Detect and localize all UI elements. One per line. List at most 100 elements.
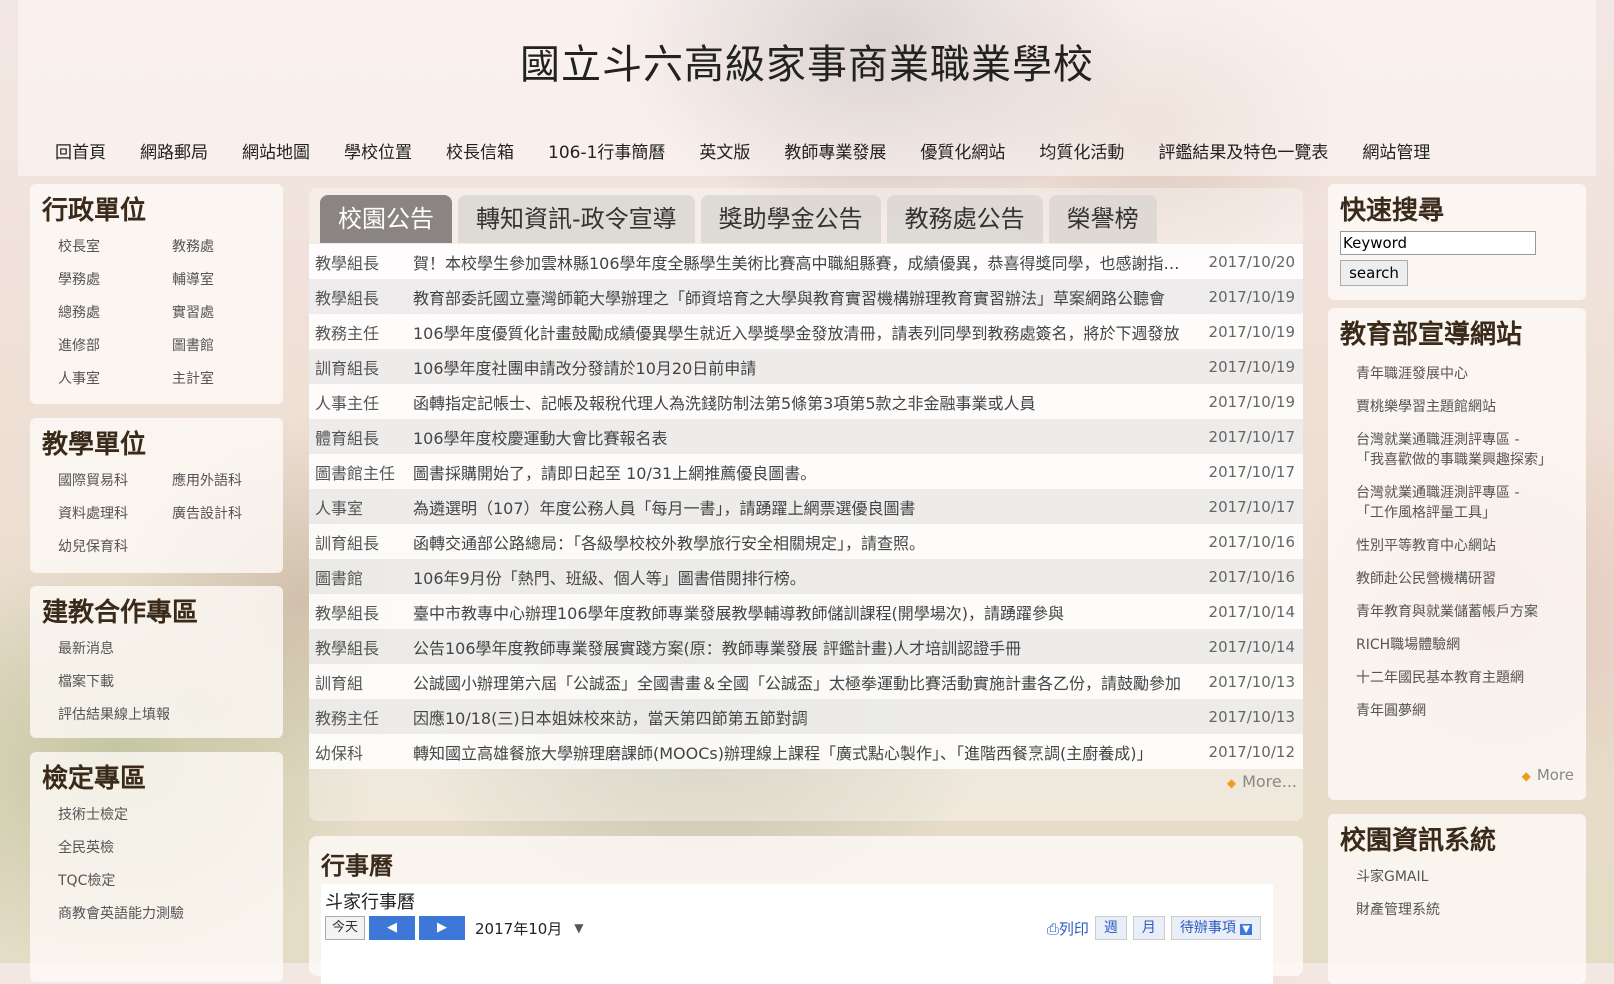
edu-link[interactable]: 性別平等教育中心網站 (1356, 530, 1551, 563)
announcement-title-link[interactable]: 公誠國小辦理第六屆「公誠盃」全國書畫＆全國「公誠盃」太極拳運動比賽活動實施計畫各… (413, 670, 1195, 694)
week-view-button[interactable]: 週 (1094, 916, 1127, 940)
announcement-title-link[interactable]: 106年9月份「熱門、班級、個人等」圖書借閱排行榜。 (413, 565, 1195, 589)
announcement-title-link[interactable]: 函轉交通部公路總局：「各級學校校外教學旅行安全相關規定」，請查照。 (413, 530, 1195, 554)
print-button[interactable]: ⎙列印 (1047, 918, 1089, 939)
tab-scholarship[interactable]: 獎助學金公告 (700, 195, 881, 243)
system-link-property[interactable]: 財產管理系統 (1356, 899, 1440, 932)
edu-link[interactable]: 台灣就業通職涯測評專區 - 「工作風格評量工具」 (1356, 477, 1551, 530)
admin-units-links: 校長室 教務處 學務處 輔導室 總務處 實習處 進修部 圖書館 人事室 主計室 (58, 236, 288, 401)
edu-sites-links: 青年職涯發展中心 賈桃樂學習主題館網站 台灣就業通職涯測評專區 - 「我喜歡做的… (1356, 358, 1552, 728)
tab-campus-news[interactable]: 校園公告 (320, 195, 452, 243)
nav-sitemap[interactable]: 網站地圖 (225, 138, 327, 163)
teaching-units-panel: 教學單位 國際貿易科 應用外語科 資料處理科 廣告設計科 幼兒保育科 (30, 418, 283, 573)
admin-link-academic[interactable]: 教務處 (172, 236, 286, 269)
coop-link-downloads[interactable]: 檔案下載 (58, 671, 170, 704)
next-month-button[interactable]: ▶ (419, 916, 466, 940)
chevron-down-icon[interactable]: ▼ (574, 921, 583, 935)
nav-location[interactable]: 學校位置 (327, 138, 429, 163)
nav-quality-site[interactable]: 優質化網站 (903, 138, 1022, 163)
announcement-title-link[interactable]: 106學年度校慶運動大會比賽報名表 (413, 425, 1195, 449)
panel-title: 快速搜尋 (1340, 196, 1445, 226)
dept-link-trade[interactable]: 國際貿易科 (58, 470, 172, 503)
cert-link-english-test[interactable]: 商教會英語能力測驗 (58, 903, 184, 936)
month-view-button[interactable]: 月 (1132, 916, 1165, 940)
admin-link-accounting[interactable]: 主計室 (172, 368, 286, 401)
announcement-title-link[interactable]: 圖書採購開始了，請即日起至 10/31上網推薦優良圖書。 (413, 460, 1195, 484)
nav-teacher-development[interactable]: 教師專業發展 (767, 138, 903, 163)
edu-more-link[interactable]: ◆ More (1522, 766, 1574, 784)
announcement-title-link[interactable]: 因應10/18(三)日本姐妹校來訪，當天第四節第五節對調 (413, 705, 1195, 729)
edu-link[interactable]: 賈桃樂學習主題館網站 (1356, 391, 1551, 424)
campus-systems-panel: 校園資訊系統 斗家GMAIL 財產管理系統 (1328, 814, 1586, 984)
announcement-tabs: 校園公告 轉知資訊-政令宣導 獎助學金公告 教務處公告 榮譽榜 (320, 195, 1157, 243)
announcement-title-link[interactable]: 公告106學年度教師專業發展實踐方案(原：教師專業發展 評鑑計畫)人才培訓認證手… (413, 635, 1195, 659)
table-row: 訓育組長 106學年度社團申請改分發請於10月20日前申請 2017/10/19 (309, 349, 1303, 384)
announcement-title-link[interactable]: 106學年度優質化計畫鼓勵成績優異學生就近入學獎學金發放清冊，請表列同學到教務處… (413, 320, 1195, 344)
dept-link-childcare[interactable]: 幼兒保育科 (58, 536, 172, 569)
current-month: 2017年10月 (475, 919, 563, 938)
cert-link-technician[interactable]: 技術士檢定 (58, 804, 184, 837)
edu-link[interactable]: RICH職場體驗網 (1356, 629, 1551, 662)
today-button[interactable]: 今天 (325, 916, 366, 940)
edu-sites-panel: 教育部宣導網站 青年職涯發展中心 賈桃樂學習主題館網站 台灣就業通職涯測評專區 … (1328, 308, 1586, 800)
announcement-unit: 教務主任 (315, 708, 380, 728)
tab-academic-notice[interactable]: 教務處公告 (886, 195, 1043, 243)
admin-link-library[interactable]: 圖書館 (172, 335, 286, 368)
edu-link[interactable]: 青年圓夢網 (1356, 695, 1551, 728)
announcements-more-link[interactable]: ◆ More... (1227, 772, 1297, 791)
nav-principal-mailbox[interactable]: 校長信箱 (429, 138, 531, 163)
admin-link-principal[interactable]: 校長室 (58, 236, 172, 269)
coop-link-evaluation-form[interactable]: 評估結果線上填報 (58, 704, 170, 737)
admin-link-general-affairs[interactable]: 總務處 (58, 302, 172, 335)
nav-evaluation-results[interactable]: 評鑑結果及特色一覽表 (1141, 138, 1345, 163)
cert-link-gept[interactable]: 全民英檢 (58, 837, 184, 870)
announcement-title-link[interactable]: 為遴選明（107）年度公務人員「每月一書」，請踴躍上網票選優良圖書 (413, 495, 1195, 519)
bullet-icon: ◆ (1521, 769, 1531, 783)
prev-month-button[interactable]: ◀ (369, 916, 416, 940)
announcement-title-link[interactable]: 106學年度社團申請改分發請於10月20日前申請 (413, 355, 1195, 379)
cert-panel: 檢定專區 技術士檢定 全民英檢 TQC檢定 商教會英語能力測驗 (30, 752, 283, 982)
dept-link-data-processing[interactable]: 資料處理科 (58, 503, 172, 536)
table-row: 教學組長 公告106學年度教師專業發展實踐方案(原：教師專業發展 評鑑計畫)人才培… (309, 629, 1303, 664)
nav-brief-calendar[interactable]: 106-1行事簡曆 (531, 138, 682, 163)
agenda-view-button[interactable]: 待辦事項 ▼ (1170, 916, 1261, 940)
admin-link-counseling[interactable]: 輔導室 (172, 269, 286, 302)
announcements-box: 校園公告 轉知資訊-政令宣導 獎助學金公告 教務處公告 榮譽榜 教學組長 賀！本校… (309, 188, 1303, 821)
edu-link[interactable]: 青年職涯發展中心 (1356, 358, 1551, 391)
dept-link-advertising[interactable]: 廣告設計科 (172, 503, 286, 536)
announcement-title-link[interactable]: 賀！本校學生參加雲林縣106學年度全縣學生美術比賽高中職組縣賽，成績優異，恭喜得… (413, 250, 1195, 274)
search-input[interactable] (1340, 231, 1536, 255)
admin-link-student-affairs[interactable]: 學務處 (58, 269, 172, 302)
nav-equality-activity[interactable]: 均質化活動 (1022, 138, 1141, 163)
arrow-right-icon: ▶ (437, 920, 448, 935)
announcement-date: 2017/10/13 (1208, 672, 1295, 691)
announcement-title-link[interactable]: 轉知國立高雄餐旅大學辦理磨課師(MOOCs)辦理線上課程「廣式點心製作」、「進階… (413, 740, 1195, 764)
admin-link-personnel[interactable]: 人事室 (58, 368, 172, 401)
edu-link[interactable]: 教師赴公民營機構研習 (1356, 563, 1551, 596)
calendar-panel: 行事曆 斗家行事曆 今天 ◀ ▶ 2017年10月 ▼ ⎙列印 週 月 待辦事項… (309, 836, 1303, 984)
tab-policy-info[interactable]: 轉知資訊-政令宣導 (458, 195, 695, 243)
admin-link-continuing[interactable]: 進修部 (58, 335, 172, 368)
cert-link-tqc[interactable]: TQC檢定 (58, 870, 184, 903)
search-button[interactable]: search (1340, 260, 1408, 286)
more-label: More (1536, 766, 1574, 784)
coop-links: 最新消息 檔案下載 評估結果線上填報 (58, 638, 170, 737)
edu-link[interactable]: 台灣就業通職涯測評專區 - 「我喜歡做的事職業興趣探索」 (1356, 424, 1552, 477)
nav-webmail[interactable]: 網路郵局 (123, 138, 225, 163)
nav-home[interactable]: 回首頁 (38, 138, 123, 163)
edu-link[interactable]: 十二年國民基本教育主題網 (1356, 662, 1551, 695)
announcement-title-link[interactable]: 函轉指定記帳士、記帳及報稅代理人為洗錢防制法第5條第3項第5款之非金融事業或人員 (413, 390, 1195, 414)
announcement-title-link[interactable]: 教育部委託國立臺灣師範大學辦理之「師資培育之大學與教育實習機構辦理教育實習辦法」… (413, 285, 1195, 309)
system-link-gmail[interactable]: 斗家GMAIL (1356, 866, 1440, 899)
table-row: 體育組長 106學年度校慶運動大會比賽報名表 2017/10/17 (309, 419, 1303, 454)
announcement-unit: 訓育組長 (315, 358, 380, 378)
coop-link-news[interactable]: 最新消息 (58, 638, 170, 671)
dept-link-foreign-language[interactable]: 應用外語科 (172, 470, 286, 503)
dropdown-icon: ▼ (1240, 924, 1252, 935)
tab-honor-roll[interactable]: 榮譽榜 (1048, 195, 1157, 243)
nav-english[interactable]: 英文版 (682, 138, 767, 163)
admin-link-practice[interactable]: 實習處 (172, 302, 286, 335)
edu-link[interactable]: 青年教育與就業儲蓄帳戶方案 (1356, 596, 1551, 629)
announcement-title-link[interactable]: 臺中市教專中心辦理106學年度教師專業發展教學輔導教師儲訓課程(開學場次)，請踴… (413, 600, 1195, 624)
nav-site-admin[interactable]: 網站管理 (1345, 138, 1447, 163)
